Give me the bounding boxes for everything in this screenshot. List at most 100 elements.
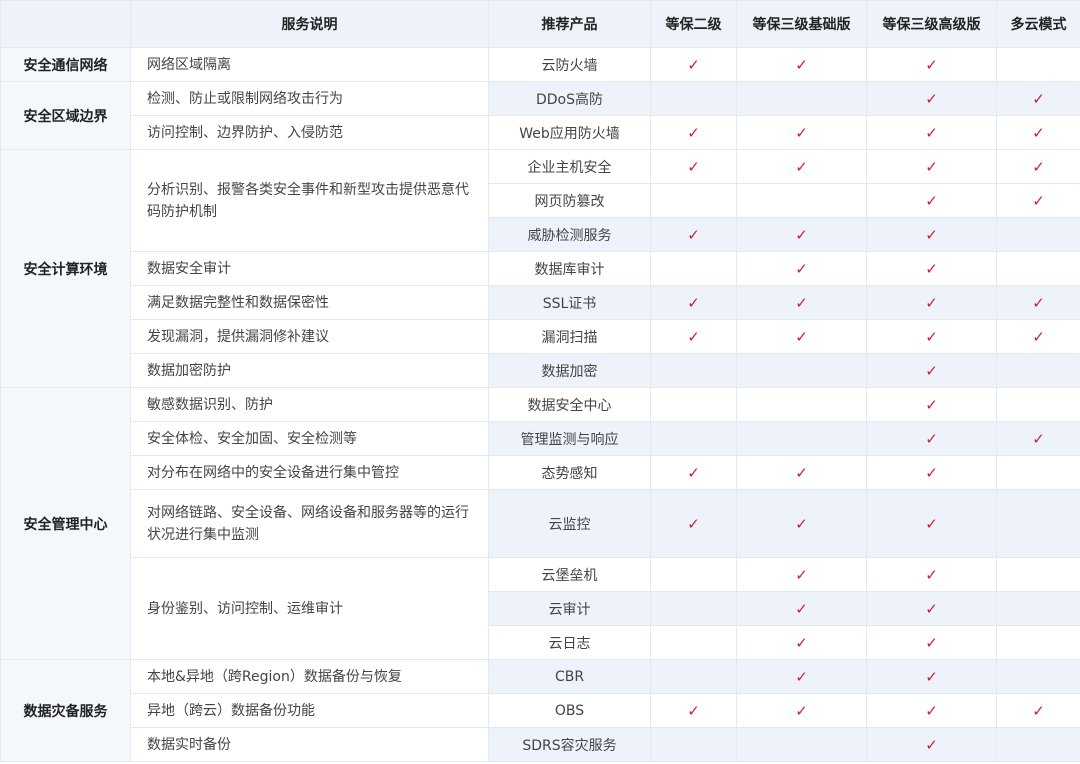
level-check-cell [650,591,737,626]
checkmark-icon: ✓ [687,327,700,346]
checkmark-icon: ✓ [687,123,700,142]
level-check-cell: ✓ [866,625,997,660]
level-check-cell: ✓ [736,557,867,592]
checkmark-icon: ✓ [925,191,938,210]
product-cell: SSL证书 [488,285,651,320]
checkmark-icon: ✓ [925,463,938,482]
level-check-cell: ✓ [866,251,997,286]
product-cell: 云防火墙 [488,47,651,82]
level-check-cell: ✓ [866,455,997,490]
checkmark-icon: ✓ [795,259,808,278]
level-check-cell [650,625,737,660]
level-check-cell: ✓ [996,285,1080,320]
description-cell: 安全体检、安全加固、安全检测等 [130,421,489,456]
description-cell: 异地（跨云）数据备份功能 [130,693,489,728]
level-check-cell [996,387,1080,422]
checkmark-icon: ✓ [1032,157,1045,176]
level-check-cell: ✓ [736,217,867,252]
product-cell: CBR [488,659,651,694]
checkmark-icon: ✓ [795,157,808,176]
description-cell: 对分布在网络中的安全设备进行集中管控 [130,455,489,490]
checkmark-icon: ✓ [925,514,938,533]
checkmark-icon: ✓ [925,293,938,312]
level-check-cell [996,625,1080,660]
level-check-cell: ✓ [736,693,867,728]
table-row: 数据实时备份 SDRS容灾服务 ✓ [1,727,1080,762]
product-cell: 数据库审计 [488,251,651,286]
level-check-cell: ✓ [866,557,997,592]
checkmark-icon: ✓ [795,667,808,686]
table-row: 身份鉴别、访问控制、运维审计 云堡垒机 ✓ ✓ [1,557,1080,660]
level-check-cell [650,659,737,694]
level-check-cell [736,421,867,456]
level-check-cell: ✓ [736,455,867,490]
product-cell: 云日志 [488,625,651,660]
level-check-cell: ✓ [736,251,867,286]
level-check-cell: ✓ [996,319,1080,354]
level-check-cell: ✓ [996,421,1080,456]
table-header-row: 服务说明 推荐产品 等保二级 等保三级基础版 等保三级高级版 多云模式 [0,0,1080,48]
level-check-cell: ✓ [736,115,867,150]
checkmark-icon: ✓ [795,463,808,482]
checkmark-icon: ✓ [687,514,700,533]
product-cell: 网页防篡改 [488,183,651,218]
checkmark-icon: ✓ [795,225,808,244]
checkmark-icon: ✓ [925,735,938,754]
table-row: 对网络链路、安全设备、网络设备和服务器等的运行状况进行集中监测 云监控 ✓ ✓ ✓ [1,489,1080,558]
product-cell: 企业主机安全 [488,149,651,184]
header-description: 服务说明 [130,0,489,48]
description-cell: 网络区域隔离 [130,47,489,82]
checkmark-icon: ✓ [925,225,938,244]
table-row: 满足数据完整性和数据保密性 SSL证书 ✓ ✓ ✓ ✓ [1,285,1080,320]
level-check-cell [996,251,1080,286]
table-row: 安全通信网络 网络区域隔离 云防火墙 ✓ ✓ ✓ [0,47,1080,82]
checkmark-icon: ✓ [925,395,938,414]
level-check-cell: ✓ [996,81,1080,116]
level-check-cell [650,251,737,286]
description-cell: 敏感数据识别、防护 [130,387,489,422]
checkmark-icon: ✓ [687,157,700,176]
description-cell: 数据实时备份 [130,727,489,762]
compliance-table: 服务说明 推荐产品 等保二级 等保三级基础版 等保三级高级版 多云模式 安全通信… [0,0,1080,762]
checkmark-icon: ✓ [925,599,938,618]
checkmark-icon: ✓ [1032,701,1045,720]
category-cell: 安全计算环境 [0,149,131,388]
level-check-cell: ✓ [866,353,997,388]
category-cell: 安全通信网络 [0,47,131,82]
level-check-cell: ✓ [736,659,867,694]
level-check-cell: ✓ [866,115,997,150]
description-cell: 身份鉴别、访问控制、运维审计 [130,557,489,660]
header-level-multicloud: 多云模式 [996,0,1080,48]
product-cell: 云监控 [488,489,651,558]
checkmark-icon: ✓ [925,89,938,108]
product-cell: DDoS高防 [488,81,651,116]
level-check-cell [736,183,867,218]
checkmark-icon: ✓ [1032,123,1045,142]
level-check-cell: ✓ [736,489,867,558]
product-cell: 管理监测与响应 [488,421,651,456]
level-check-cell: ✓ [736,319,867,354]
checkmark-icon: ✓ [925,327,938,346]
checkmark-icon: ✓ [795,701,808,720]
product-cell: OBS [488,693,651,728]
level-check-cell: ✓ [736,149,867,184]
checkmark-icon: ✓ [925,633,938,652]
level-check-cell: ✓ [736,47,867,82]
header-category [0,0,131,48]
level-check-cell: ✓ [866,183,997,218]
product-cell: 云审计 [488,591,651,626]
description-cell: 对网络链路、安全设备、网络设备和服务器等的运行状况进行集中监测 [130,489,489,558]
description-cell: 本地&异地（跨Region）数据备份与恢复 [130,659,489,694]
level-check-cell: ✓ [650,149,737,184]
checkmark-icon: ✓ [925,55,938,74]
level-check-cell [650,421,737,456]
level-check-cell: ✓ [736,591,867,626]
checkmark-icon: ✓ [1032,89,1045,108]
level-check-cell [996,727,1080,762]
table-row: 安全管理中心 敏感数据识别、防护 数据安全中心 ✓ [0,387,1080,660]
level-check-cell: ✓ [650,217,737,252]
level-check-cell: ✓ [866,693,997,728]
level-check-cell: ✓ [996,149,1080,184]
category-cell: 数据灾备服务 [0,659,131,762]
description-cell: 分析识别、报警各类安全事件和新型攻击提供恶意代码防护机制 [130,149,489,252]
